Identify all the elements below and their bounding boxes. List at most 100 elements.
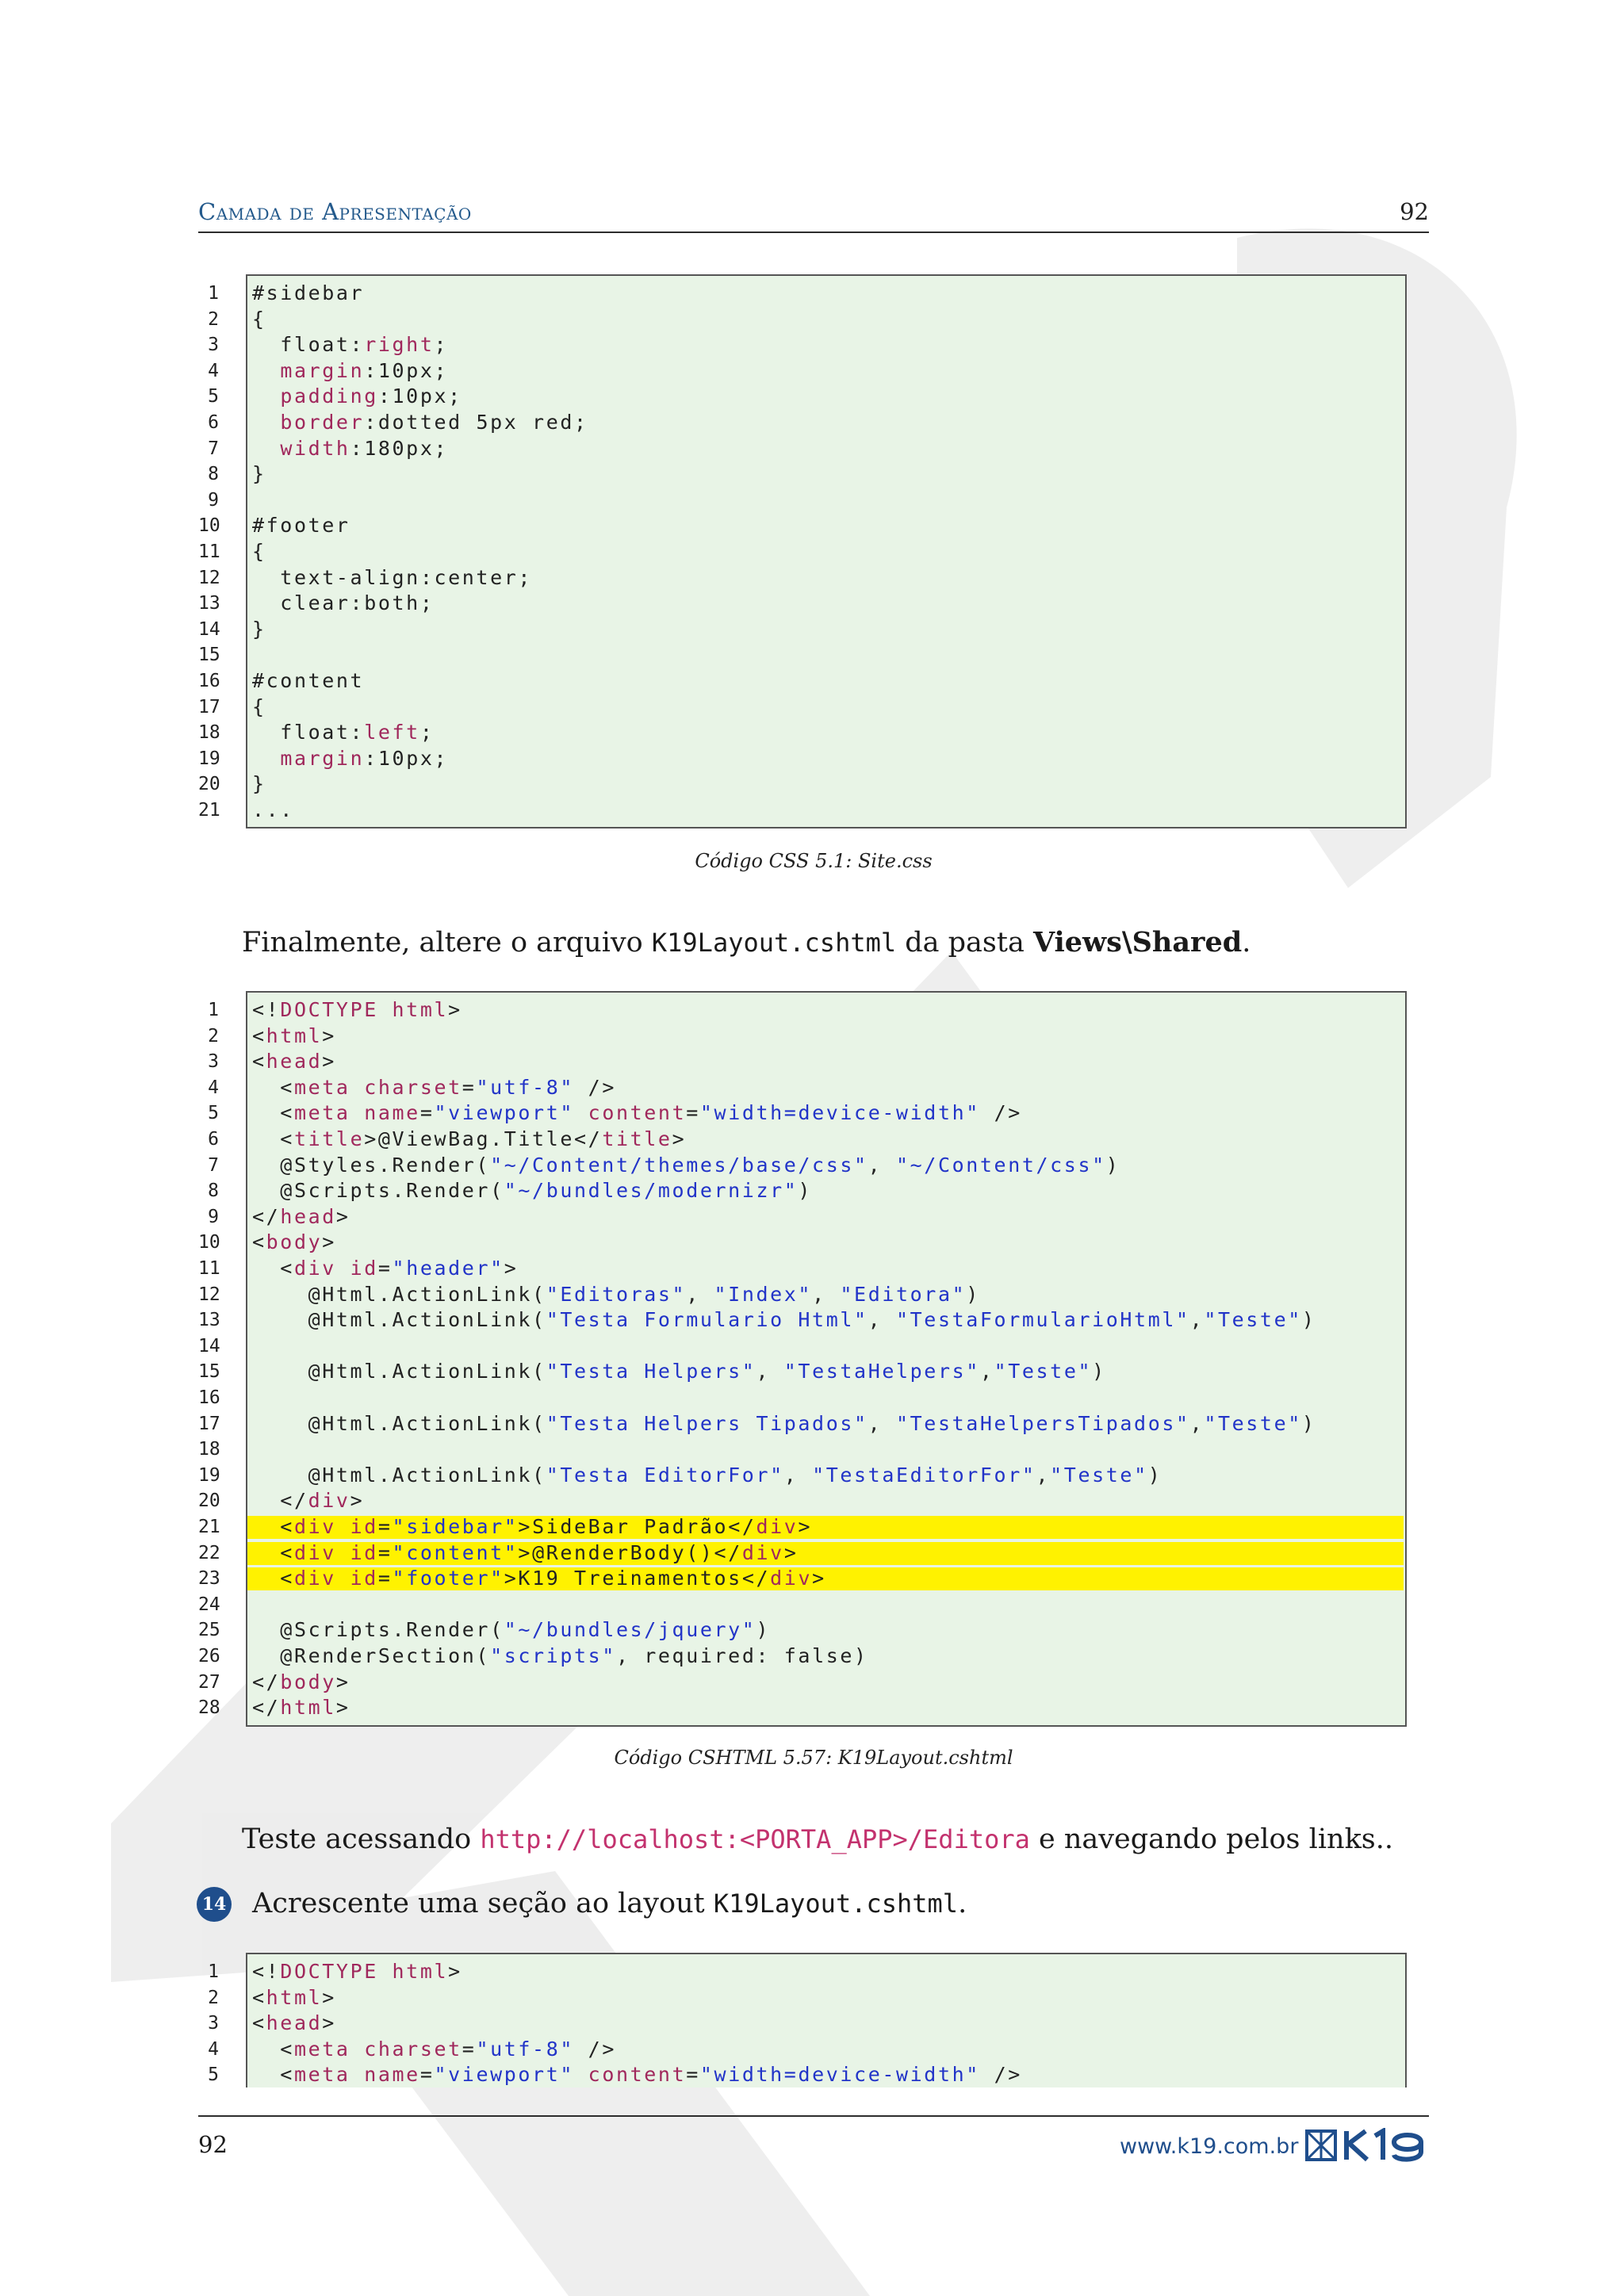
line-number: 4	[208, 1077, 219, 1098]
code-token: :10px;	[364, 358, 449, 382]
line-number: 3	[208, 335, 219, 356]
code-token: "Teste"	[1050, 1463, 1148, 1487]
code-token: title	[602, 1127, 672, 1150]
line-number: 6	[208, 412, 219, 433]
code-line: 15 @Html.ActionLink("Testa Helpers", "Te…	[198, 1359, 1410, 1385]
code-text: margin:10px;	[252, 746, 448, 772]
code-token: "Testa Helpers"	[546, 1360, 756, 1383]
line-number: 6	[208, 1129, 219, 1150]
line-number: 20	[198, 774, 220, 795]
code-text: <title>@ViewBag.Title</title>	[252, 1127, 686, 1153]
section-title: Camada de Apresentação	[198, 198, 472, 225]
line-number: 7	[208, 438, 219, 459]
code-text: @Html.ActionLink("Testa EditorFor", "Tes…	[252, 1463, 1162, 1489]
code-text: @Html.ActionLink("Testa Formulario Html"…	[252, 1307, 1316, 1334]
para-text: .	[1242, 927, 1251, 959]
code-token: ,	[868, 1411, 896, 1435]
file-name-code: K19Layout.cshtml	[713, 1888, 959, 1919]
code-token: "header"	[392, 1257, 504, 1280]
code-token: <	[252, 1050, 266, 1073]
code-token: text-align:center;	[252, 565, 533, 589]
code-token: "Teste"	[994, 1360, 1093, 1383]
code-token: >	[812, 1567, 826, 1590]
test-url[interactable]: http://localhost:<PORTA_APP>/Editora	[480, 1824, 1030, 1854]
code-token: >	[322, 1230, 336, 1254]
code-token: "Editora"	[840, 1282, 967, 1306]
line-number: 8	[208, 464, 219, 485]
code-line: 4 margin:10px;	[198, 358, 1410, 385]
code-line: 3 <head>	[198, 2011, 1410, 2037]
code-token: >	[783, 1540, 799, 1564]
code-token: @Html.ActionLink(	[252, 1411, 546, 1435]
code-text: <meta charset="utf-8" />	[252, 2037, 616, 2063]
code-token: =	[377, 1515, 393, 1538]
code-text: </head>	[252, 1204, 350, 1230]
code-text: @Scripts.Render("~/bundles/jquery")	[252, 1617, 770, 1644]
code-token: ,	[979, 1360, 994, 1383]
code-listing-section: 1 <!DOCTYPE html> 2 <html> 3 <head> 4 <meta ch…	[198, 1953, 1410, 2087]
line-number: 1	[208, 1000, 219, 1020]
code-token: <	[252, 1257, 294, 1280]
code-line: 14}	[198, 617, 1410, 643]
code-token: @Html.ActionLink(	[252, 1463, 546, 1487]
line-number: 11	[198, 1258, 220, 1279]
code-text: <!DOCTYPE html>	[252, 1959, 462, 1985]
code-token: >	[798, 1515, 813, 1538]
line-number: 3	[208, 2013, 219, 2034]
running-header: Camada de Apresentação 92	[198, 198, 1429, 233]
code-token: "~/bundles/modernizr"	[504, 1179, 799, 1203]
code-token: <!	[252, 998, 281, 1021]
code-token: left	[364, 721, 420, 744]
code-token: >	[448, 1960, 462, 1983]
code-line: 3 <head>	[198, 1049, 1410, 1075]
code-text: float:left;	[252, 720, 434, 746]
code-token: >	[322, 1985, 336, 2009]
code-token: div	[756, 1515, 799, 1538]
code-token: title	[293, 1127, 365, 1150]
footer-page-number: 92	[198, 2131, 228, 2158]
code-listing-css: 1 #sidebar 2{3 float:right; 4 margin:10px; 5…	[198, 274, 1410, 829]
code-token: )	[1092, 1360, 1106, 1383]
code-token: </	[252, 1696, 281, 1720]
line-number: 28	[198, 1697, 220, 1719]
code-token: ;	[434, 333, 449, 357]
test-paragraph: Teste acessando http://localhost:<PORTA_…	[242, 1823, 1393, 1855]
line-number: 21	[198, 1517, 220, 1537]
code-token: @Html.ActionLink(	[252, 1360, 546, 1383]
code-token: "~/bundles/jquery"	[504, 1618, 756, 1642]
line-number: 20	[198, 1490, 220, 1512]
code-line: 16	[198, 1385, 1410, 1411]
line-number: 5	[208, 386, 219, 408]
footer-url[interactable]: www.k19.com.br	[1120, 2134, 1298, 2159]
code-token: />	[574, 1075, 616, 1099]
code-line: 18 float:left;	[198, 720, 1410, 746]
line-number: 9	[208, 1206, 219, 1227]
code-line: 3 float:right;	[198, 332, 1410, 358]
code-token: div	[770, 1567, 813, 1590]
code-token: div id	[293, 1257, 378, 1280]
code-token: ,	[756, 1360, 784, 1383]
line-number: 10	[198, 1232, 220, 1253]
line-number: 12	[198, 1284, 220, 1305]
code-token: )	[798, 1179, 813, 1203]
code-token: =	[419, 2063, 435, 2087]
line-number: 13	[198, 593, 220, 614]
line-number: 19	[198, 1464, 220, 1486]
code-token: head	[280, 1204, 336, 1228]
code-line: 19 margin:10px;	[198, 746, 1410, 772]
code-line: 5 padding:10px;	[198, 384, 1410, 410]
code-token: >	[504, 1257, 519, 1280]
code-token: >K19 Treinamentos</	[504, 1567, 771, 1590]
code-line: 16 #content	[198, 668, 1410, 695]
footer-rule	[198, 2115, 1429, 2117]
code-text: margin:10px;	[252, 358, 448, 385]
code-token: html	[280, 1696, 336, 1720]
line-number: 24	[198, 1594, 220, 1615]
code-token: =	[462, 2037, 477, 2061]
para-text: Teste acessando	[242, 1823, 481, 1855]
para-text: e navegando pelos links..	[1029, 1823, 1393, 1855]
line-number: 18	[198, 722, 220, 744]
code-token: =	[377, 1567, 393, 1590]
code-line: 8}	[198, 461, 1410, 488]
